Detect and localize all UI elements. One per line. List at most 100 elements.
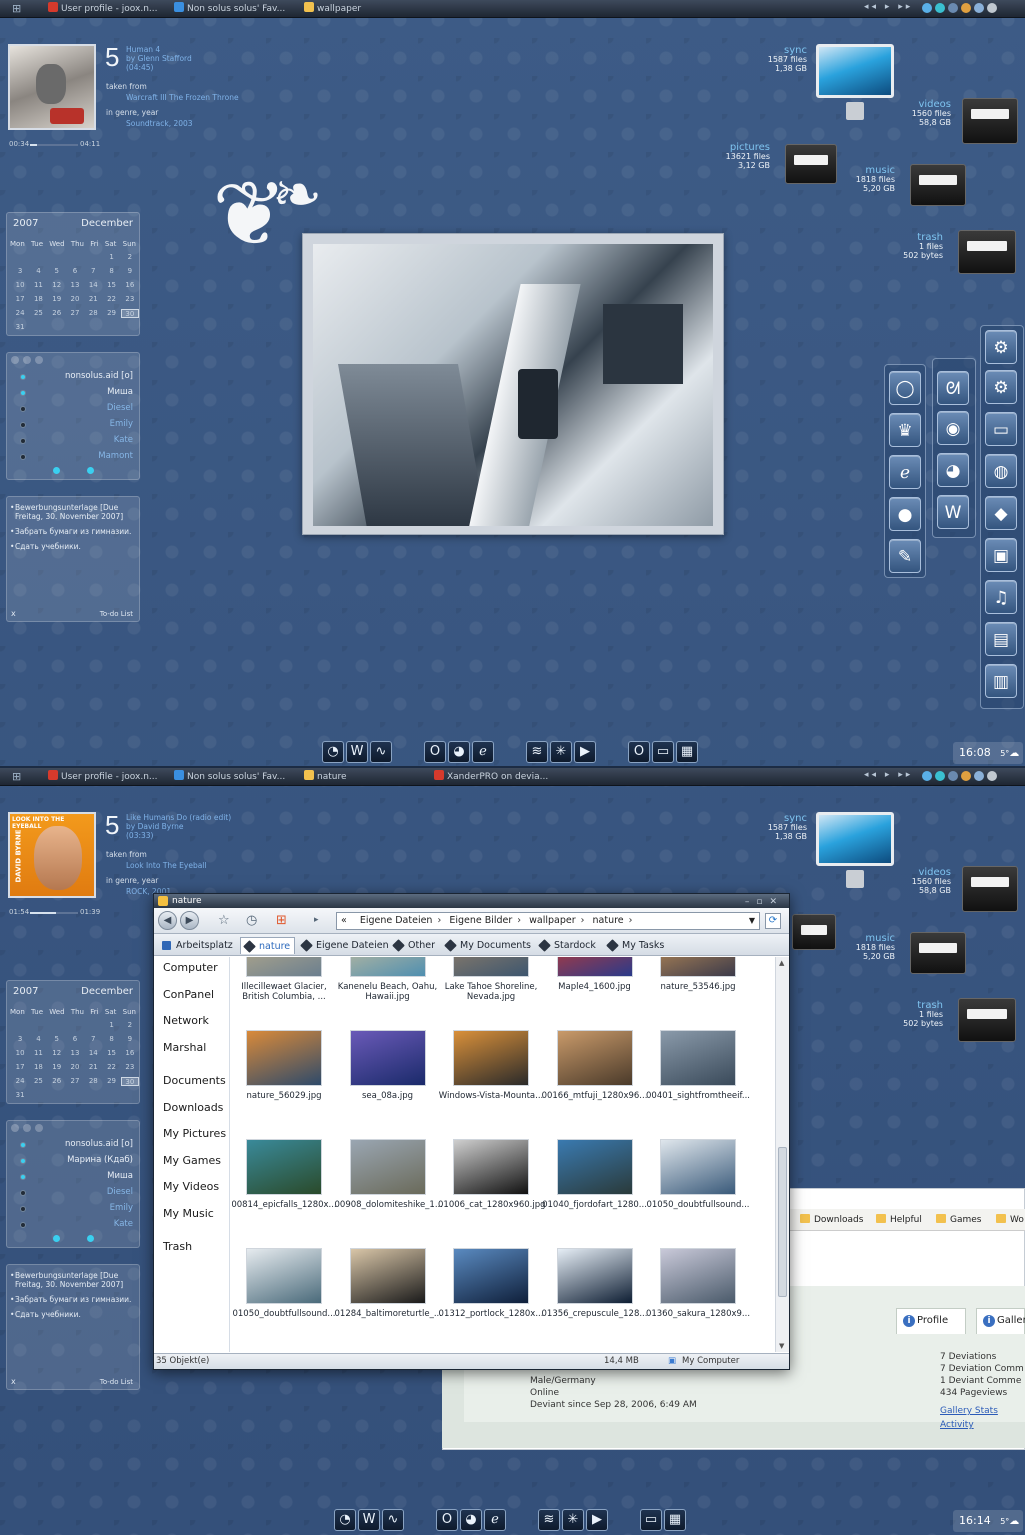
calendar-day[interactable]: 15 [102,1049,120,1058]
toolbar-icon[interactable] [11,356,19,364]
opera-launcher-icon[interactable]: O [436,1509,458,1531]
contact-row[interactable]: Миша [17,387,133,399]
calendar-day[interactable]: 14 [84,1049,102,1058]
tab-arbeitsplatz[interactable]: Arbeitsplatz [158,937,237,954]
file-name[interactable]: 01050_doubtfullsound... [645,1200,751,1210]
sidebar-item-my-pictures[interactable]: My Pictures [163,1127,226,1140]
calendar-day[interactable]: 13 [66,1049,84,1058]
taskbar-task[interactable]: XanderPRO on devia... [434,770,548,784]
forward-button[interactable]: ▶ [180,911,199,930]
start-button[interactable]: ⊞ [12,771,25,783]
tray-icon[interactable] [961,771,971,781]
calendar-day[interactable]: 24 [11,309,29,318]
album-cover[interactable]: LOOK INTO THE EYEBALL DAVID BYRNE [8,812,96,898]
calendar-day[interactable]: 26 [48,1077,66,1086]
file-thumbnail[interactable] [349,957,426,977]
word-launcher-icon[interactable]: W [358,1509,380,1531]
file-thumbnail[interactable] [246,957,322,977]
tray-icon[interactable] [948,3,958,13]
file-name[interactable]: 01284_baltimoreturtle_... [335,1309,442,1319]
calendar-day[interactable]: 17 [11,295,29,304]
tab-eigene-dateien[interactable]: Eigene Dateien [298,937,393,954]
calendar-day[interactable]: 19 [48,1063,66,1072]
file-name[interactable]: Windows-Vista-Mounta... [438,1091,544,1101]
file-thumbnail[interactable] [349,1248,426,1304]
tray-icon[interactable] [987,771,997,781]
pen-tool-icon[interactable]: ✎ [889,539,921,573]
firefox-launcher-icon[interactable]: ◕ [460,1509,482,1531]
contact-row[interactable]: Diesel [17,403,133,415]
gallery-stats-link[interactable]: Gallery Stats [940,1406,998,1416]
calendar-day[interactable]: 24 [11,1077,29,1086]
calendar-day[interactable]: 29 [102,1077,120,1086]
file-name[interactable]: Lake Tahoe Shoreline, Nevada.jpg [438,982,544,1002]
tab-gallery[interactable]: Galler [976,1308,1025,1334]
start-button[interactable]: ⊞ [12,3,25,15]
settings-icon[interactable]: ⚙ [985,330,1017,364]
file-name[interactable]: 00166_mtfuji_1280x96... [542,1091,648,1101]
tray-icon[interactable] [948,771,958,781]
media-controls[interactable]: ◂◂ ▸ ▸▸ [864,770,913,780]
calendar-day[interactable]: 30 [120,1077,139,1086]
calendar-day[interactable]: 7 [84,1035,102,1044]
tab-other[interactable]: Other [390,937,439,954]
tab-stardock[interactable]: Stardock [536,937,600,954]
desktop-launcher-icon[interactable]: ▭ [652,741,674,763]
opera-launcher-icon[interactable]: O [628,741,650,763]
calendar-day[interactable]: 1 [102,1021,120,1030]
file-name[interactable]: 01006_cat_1280x960.jpg [438,1200,546,1210]
calendar-day[interactable]: 20 [66,1063,84,1072]
file-thumbnail[interactable] [556,1030,633,1086]
calendar-day[interactable]: 7 [84,267,102,276]
calendar-day[interactable]: 17 [11,1063,29,1072]
wave-launcher-icon[interactable]: ∿ [370,741,392,763]
todo-item[interactable]: Сдать учебники. [10,1310,135,1319]
bookmark-folder[interactable]: Helpful [876,1214,922,1225]
scrollbar-thumb[interactable] [778,1147,787,1297]
contact-row[interactable]: Emily [17,1203,133,1215]
calendar-day[interactable]: 23 [121,295,139,304]
ie-launcher-icon[interactable]: ℯ [472,741,494,763]
file-name[interactable]: sea_08a.jpg [335,1091,441,1101]
todo-item[interactable]: Bewerbungsunterlage [Due Freitag, 30. No… [10,1271,135,1289]
chevron-down-icon[interactable]: ▼ [749,913,755,929]
calendar-day[interactable]: 8 [102,1035,120,1044]
ie-launcher-icon[interactable]: ℯ [484,1509,506,1531]
calendar-day[interactable]: 30 [120,309,139,318]
opera-launcher-icon[interactable]: O [424,741,446,763]
photo-app-icon[interactable]: ▥ [985,664,1017,698]
calendar-day[interactable]: 16 [121,281,139,290]
file-thumbnail[interactable] [556,1139,633,1195]
toolbar-icon[interactable] [23,1124,31,1132]
file-thumbnail[interactable] [556,1248,633,1304]
sidebar-item-marshal[interactable]: Marshal [163,1041,206,1054]
sync-imac-icon[interactable] [816,44,896,124]
todo-item[interactable]: Забрать бумаги из гимназии. [10,527,135,536]
file-thumbnail[interactable] [660,957,736,977]
calendar-day[interactable]: 18 [29,295,47,304]
trash-icon[interactable] [958,230,1016,274]
sidebar-item-computer[interactable]: Computer [163,961,218,974]
file-thumbnail[interactable] [453,1248,529,1304]
calendar-day[interactable]: 25 [29,309,47,318]
webcam-icon[interactable]: ◉ [937,411,969,445]
status-dot[interactable] [87,1235,94,1242]
messenger-icon[interactable]: ◕ [937,453,969,487]
equalizer-launcher-icon[interactable]: ≋ [538,1509,560,1531]
videos-icon[interactable] [962,866,1018,912]
word-icon[interactable]: W [937,495,969,529]
calendar-day[interactable]: 26 [48,309,66,318]
taskbar-task[interactable]: wallpaper [304,2,361,16]
calendar-day[interactable]: 4 [29,267,47,276]
drive-icon[interactable]: ◆ [985,496,1017,530]
calendar-day[interactable]: 1 [102,253,120,262]
sidebar-item-my-music[interactable]: My Music [163,1207,214,1220]
calendar-day[interactable]: 28 [84,309,102,318]
album-cover[interactable] [8,44,96,130]
calendar-day[interactable]: 25 [29,1077,47,1086]
toolbar-icon[interactable] [23,356,31,364]
bookmark-folder[interactable]: Games [936,1214,981,1225]
calendar-day[interactable]: 5 [48,1035,66,1044]
play-launcher-icon[interactable]: ▶ [574,741,596,763]
calendar-day[interactable]: 8 [102,267,120,276]
